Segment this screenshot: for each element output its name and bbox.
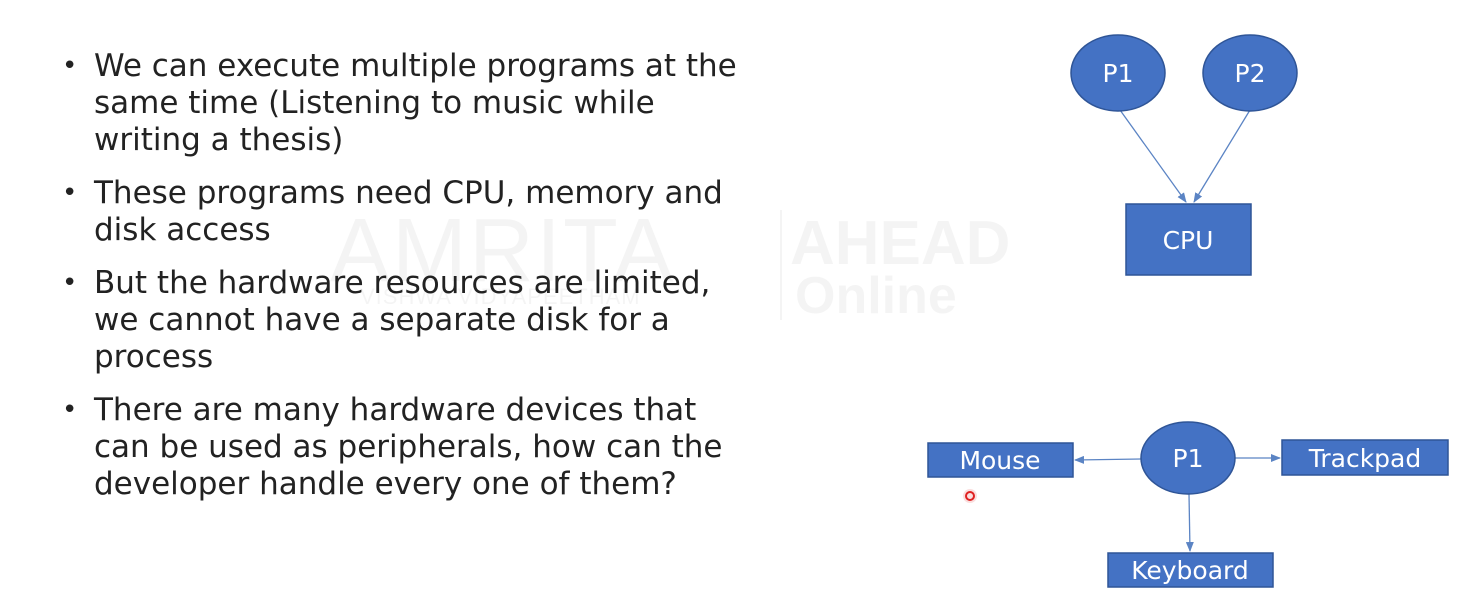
node-p2-top-label: P2 xyxy=(1235,59,1266,88)
laser-pointer-glow xyxy=(963,489,977,503)
node-trackpad-label: Trackpad xyxy=(1308,444,1421,473)
node-keyboard-label: Keyboard xyxy=(1131,556,1249,585)
node-mouse-label: Mouse xyxy=(959,446,1040,475)
diagram-canvas: P1 P2 CPU Mouse P1 Trackpad Keyboard xyxy=(927,34,1449,588)
node-cpu-label: CPU xyxy=(1163,226,1214,255)
node-p1-bottom-label: P1 xyxy=(1173,444,1204,473)
node-p1-top-label: P1 xyxy=(1103,59,1134,88)
arrow-p1-to-cpu xyxy=(1119,109,1187,203)
arrow-p1-to-mouse xyxy=(1074,455,1142,464)
arrow-p2-to-cpu xyxy=(1193,109,1251,203)
arrow-p1-to-keyboard xyxy=(1185,493,1194,552)
